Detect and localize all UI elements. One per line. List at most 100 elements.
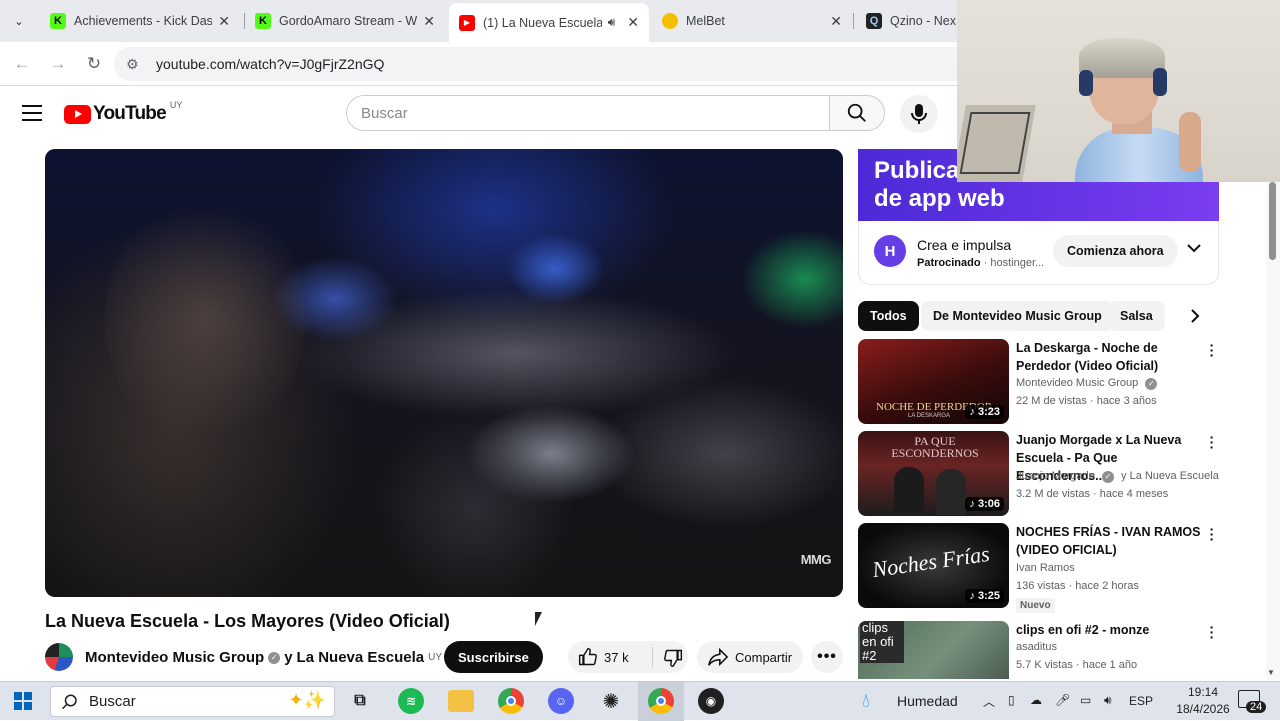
- back-arrow-icon[interactable]: ←: [10, 52, 34, 76]
- page-scrollbar-thumb[interactable]: [1269, 182, 1276, 260]
- channel-name[interactable]: Montevideo Music Group: [85, 649, 264, 666]
- browser-tab[interactable]: Q Qzino - Next-: [856, 6, 966, 36]
- clock-time[interactable]: 19:14: [1178, 685, 1228, 699]
- search-placeholder: Buscar: [361, 104, 408, 122]
- task-view-icon[interactable]: ⧉: [347, 688, 373, 714]
- chrome-profile-icon[interactable]: [648, 688, 674, 714]
- obs-icon[interactable]: ◉: [698, 688, 724, 714]
- recommendation-title[interactable]: clips en ofi #2 - monze: [1016, 621, 1204, 639]
- more-actions-icon[interactable]: •••: [811, 641, 843, 673]
- browser-tab[interactable]: K Achievements - Kick Dash ✕: [40, 6, 240, 36]
- ad-title[interactable]: Crea e impulsa: [917, 237, 1011, 253]
- address-bar[interactable]: ⚙︎ youtube.com/watch?v=J0gFjrZ2nGQ: [114, 47, 974, 81]
- discord-icon[interactable]: ☺: [548, 688, 574, 714]
- youtube-logo[interactable]: YouTube UY: [64, 100, 182, 125]
- chip-salsa[interactable]: Salsa: [1108, 301, 1165, 331]
- tab-close-icon[interactable]: ✕: [423, 13, 435, 30]
- tab-close-icon[interactable]: ✕: [627, 14, 639, 31]
- tab-title: MelBet: [686, 14, 725, 28]
- video-thumbnail[interactable]: PA QUE ESCONDERNOS ♪ 3:06: [858, 431, 1009, 516]
- video-thumbnail[interactable]: Noches Frías ♪ 3:25: [858, 523, 1009, 608]
- webcam-overlay: [957, 0, 1280, 182]
- hostinger-logo-icon: H: [874, 235, 906, 267]
- weather-label[interactable]: Humedad: [897, 693, 958, 709]
- site-settings-icon[interactable]: ⚙︎: [126, 56, 144, 73]
- dislike-button[interactable]: [663, 648, 683, 671]
- video-player[interactable]: MMG: [45, 149, 843, 597]
- chevron-right-icon[interactable]: [1190, 309, 1200, 328]
- microphone-tray-icon[interactable]: 🎤︎: [1055, 693, 1070, 707]
- recommendation-channel: Juanjo Morgade ✓ y La Nueva Escuela ...: [1016, 470, 1221, 483]
- ad-cta-button[interactable]: Comienza ahora: [1053, 235, 1178, 267]
- recommendation-title[interactable]: La Deskarga - Noche de Perdedor (Video O…: [1016, 339, 1204, 375]
- taskbar-search-input[interactable]: Buscar ✦✨: [50, 686, 335, 717]
- like-divider: [652, 647, 653, 667]
- more-options-icon[interactable]: · · ·: [1206, 522, 1218, 546]
- search-icon: [61, 694, 77, 709]
- like-dislike-group: 37 k: [568, 641, 688, 673]
- like-button[interactable]: [578, 647, 598, 670]
- tab-close-icon[interactable]: ✕: [830, 13, 842, 30]
- more-options-icon[interactable]: · · ·: [1206, 430, 1218, 454]
- youtube-play-logo-icon: [64, 104, 91, 124]
- thumbs-down-icon: [664, 649, 683, 668]
- recommendation-item[interactable]: NOCHE DE PERDEDOR LA DESKARGA ♪ 3:23 La …: [858, 338, 1228, 425]
- video-frame-player: [375, 409, 575, 597]
- recommendation-title[interactable]: NOCHES FRÍAS - IVAN RAMOS (VIDEO OFICIAL…: [1016, 523, 1204, 559]
- recommendation-stats: 136 vistas · hace 2 horas: [1016, 580, 1139, 592]
- recommendation-item[interactable]: Noches Frías ♪ 3:25 NOCHES FRÍAS - IVAN …: [858, 522, 1228, 613]
- chrome-icon[interactable]: [498, 688, 524, 714]
- video-thumbnail[interactable]: NOCHE DE PERDEDOR LA DESKARGA ♪ 3:23: [858, 339, 1009, 424]
- windows-start-icon[interactable]: [14, 692, 32, 710]
- browser-tab[interactable]: MelBet ✕: [652, 6, 852, 36]
- recommendation-item[interactable]: clips en ofi #2 clips en ofi #2 - monze …: [858, 621, 1228, 679]
- chatgpt-icon[interactable]: ✺: [598, 688, 624, 714]
- tab-close-icon[interactable]: ✕: [218, 13, 230, 30]
- scroll-down-arrow-icon[interactable]: ▼: [1267, 668, 1275, 677]
- browser-tab-active[interactable]: ▶ (1) La Nueva Escuela 🔊︎ ✕: [449, 3, 649, 42]
- channel-name[interactable]: Montevideo Music Group: [1016, 377, 1138, 389]
- share-arrow-icon: [708, 647, 729, 667]
- webcam-headset: [1153, 68, 1167, 96]
- recommendation-item[interactable]: PA QUE ESCONDERNOS ♪ 3:06 Juanjo Morgade…: [858, 430, 1228, 517]
- input-language[interactable]: ESP: [1129, 694, 1153, 708]
- verified-check-icon: ✓: [1145, 377, 1158, 390]
- spotify-icon[interactable]: ≋: [398, 688, 424, 714]
- subscribe-button[interactable]: Suscribirse: [444, 641, 543, 673]
- voice-search-button[interactable]: [900, 95, 938, 133]
- audio-playing-icon[interactable]: 🔊︎: [608, 15, 616, 30]
- collab-channel-name[interactable]: La Nueva Escuela: [297, 649, 425, 666]
- chevron-down-icon[interactable]: [1187, 241, 1201, 256]
- thumbnail-subtext: LA DESKARGA: [908, 413, 951, 419]
- browser-tab[interactable]: K GordoAmaro Stream - W ✕: [245, 6, 445, 36]
- cloud-icon[interactable]: ☁: [1030, 693, 1042, 707]
- forward-arrow-icon[interactable]: →: [46, 52, 70, 76]
- tab-title: (1) La Nueva Escuela: [483, 15, 602, 30]
- network-icon[interactable]: ▭: [1080, 693, 1091, 707]
- search-input[interactable]: Buscar: [346, 95, 830, 131]
- volume-icon[interactable]: 🔊︎: [1104, 693, 1112, 708]
- video-thumbnail[interactable]: clips en ofi #2: [858, 621, 1009, 679]
- channel-avatar[interactable]: [45, 643, 73, 671]
- device-icon[interactable]: ▯: [1008, 693, 1015, 707]
- chip-from-channel[interactable]: De Montevideo Music Group: [921, 301, 1114, 331]
- more-options-icon[interactable]: · · ·: [1206, 338, 1218, 362]
- taskbar-search-placeholder: Buscar: [89, 693, 136, 710]
- clock-date[interactable]: 18/4/2026: [1170, 702, 1236, 716]
- tab-title: Qzino - Next-: [890, 14, 956, 28]
- reload-icon[interactable]: ↻: [82, 52, 106, 76]
- tab-search-chevron-icon[interactable]: ⌄: [8, 10, 30, 32]
- file-explorer-icon[interactable]: [448, 690, 474, 712]
- logo-text: YouTube: [93, 103, 167, 124]
- more-options-icon[interactable]: · · ·: [1206, 621, 1218, 644]
- menu-hamburger-icon[interactable]: [22, 105, 42, 121]
- search-button[interactable]: [829, 95, 885, 131]
- chip-all[interactable]: Todos: [858, 301, 919, 331]
- share-button[interactable]: Compartir: [697, 641, 803, 673]
- show-hidden-icons-chevron[interactable]: ︿: [983, 693, 995, 710]
- recommendation-stats: 5.7 K vistas · hace 1 año: [1016, 659, 1138, 671]
- channel-name[interactable]: Juanjo Morgade: [1016, 470, 1095, 482]
- recommendation-channel[interactable]: asaditus: [1016, 641, 1221, 653]
- ad-meta: Patrocinado · hostinger...: [917, 257, 1044, 269]
- recommendation-channel[interactable]: Ivan Ramos: [1016, 562, 1221, 574]
